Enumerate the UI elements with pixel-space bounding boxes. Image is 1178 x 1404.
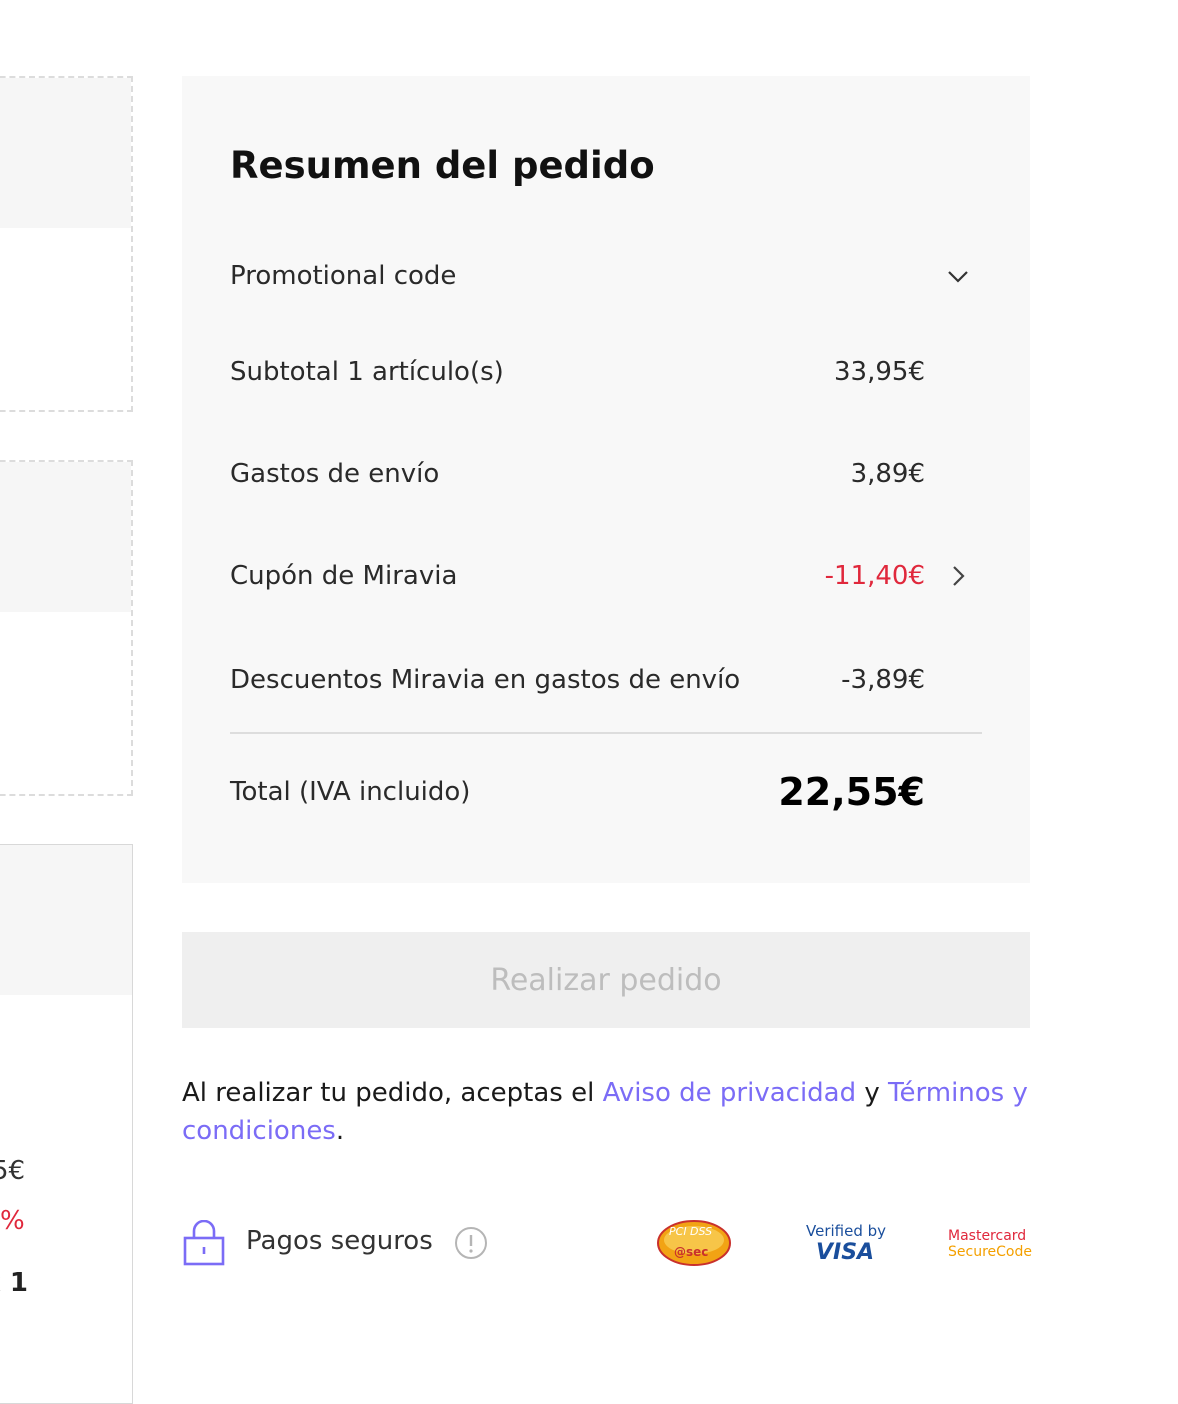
promo-code-label: Promotional code [230, 261, 457, 291]
left-card-1 [0, 76, 133, 412]
visa-verified-text: Verified by [806, 1222, 887, 1240]
shipping-discount-value: -3,89€ [841, 665, 925, 695]
coupon-row[interactable]: Cupón de Miravia -11,40€ [230, 554, 982, 598]
order-summary-panel: Resumen del pedido Promotional code Subt… [182, 76, 1030, 883]
legal-prefix: Al realizar tu pedido, aceptas el [182, 1078, 603, 1108]
pci-badge-subtext: @sec [674, 1245, 709, 1259]
left-fragment-qty: x 1 [0, 1268, 28, 1298]
pci-dss-badge: PCI DSS @sec [656, 1218, 732, 1268]
left-card-band [0, 78, 131, 228]
total-row: Total (IVA incluido) 22,55€ [230, 768, 982, 816]
summary-divider [230, 732, 982, 734]
legal-conjunction: y [856, 1078, 889, 1108]
lock-icon [183, 1220, 225, 1266]
secure-payments: Pagos seguros PCI DSS @sec Verified by V… [182, 1218, 1032, 1268]
left-fragment-price: 5€ [0, 1156, 26, 1186]
visa-brand-text: VISA [816, 1240, 875, 1265]
subtotal-value: 33,95€ [834, 357, 925, 387]
promo-code-toggle[interactable]: Promotional code [230, 254, 982, 298]
summary-title: Resumen del pedido [230, 144, 655, 187]
mastercard-securecode-badge: Mastercard SecureCode [946, 1228, 1032, 1262]
secure-payments-label: Pagos seguros [246, 1226, 433, 1256]
shipping-discount-row: Descuentos Miravia en gastos de envío -3… [230, 658, 982, 702]
privacy-notice-link[interactable]: Aviso de privacidad [603, 1078, 857, 1108]
chevron-down-icon [948, 271, 968, 283]
total-value: 22,55€ [778, 770, 925, 814]
coupon-value: -11,40€ [824, 561, 925, 591]
pci-badge-text: PCI DSS [669, 1225, 713, 1238]
shipping-row: Gastos de envío 3,89€ [230, 452, 982, 496]
securecode-text: SecureCode [948, 1244, 1032, 1260]
mastercard-text: Mastercard [948, 1228, 1027, 1244]
left-card-3 [0, 844, 133, 1404]
shipping-value: 3,89€ [850, 459, 925, 489]
chevron-right-icon[interactable] [944, 562, 972, 590]
subtotal-row: Subtotal 1 artículo(s) 33,95€ [230, 350, 982, 394]
left-card-2 [0, 460, 133, 796]
legal-suffix: . [335, 1116, 345, 1146]
place-order-button[interactable]: Realizar pedido [182, 932, 1030, 1028]
legal-notice: Al realizar tu pedido, aceptas el Aviso … [182, 1074, 1032, 1150]
verified-by-visa-badge: Verified by VISA [798, 1222, 886, 1266]
info-icon[interactable] [454, 1226, 488, 1260]
left-card-band [0, 462, 131, 612]
left-card-band [0, 845, 132, 995]
